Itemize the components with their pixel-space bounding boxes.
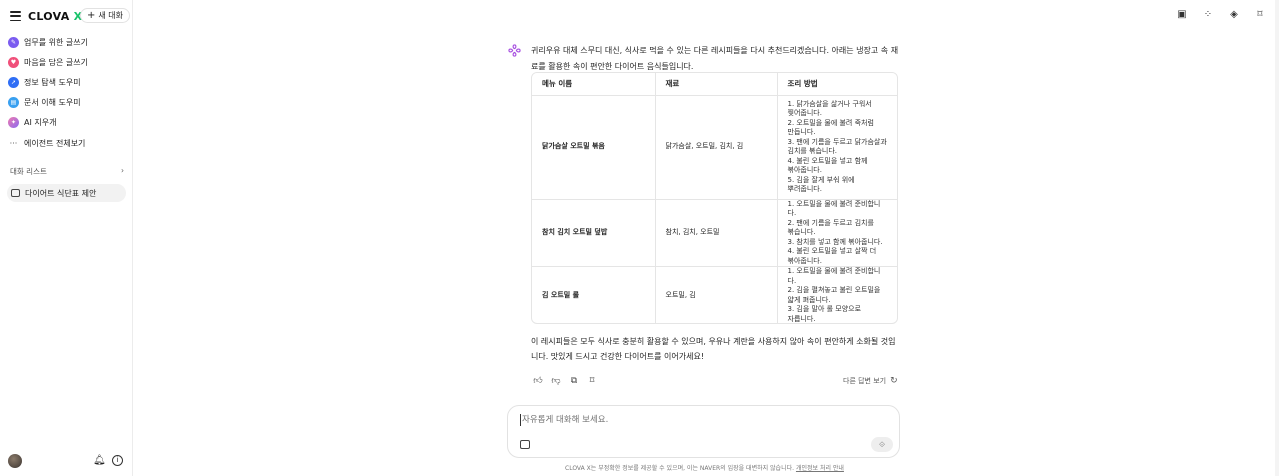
new-chat-button[interactable]: + 새 대화	[80, 8, 131, 23]
chat-list-header[interactable]: 대화 리스트 ›	[10, 166, 124, 177]
menu-cell: 닭가슴살 오트밀 볶음	[532, 95, 656, 200]
other-answer-button[interactable]: 다른 답변 보기 ↻	[843, 376, 898, 386]
sidebar-toggle-icon[interactable]: ▣	[1176, 9, 1188, 21]
column-header: 재료	[655, 73, 778, 96]
image-upload-icon[interactable]	[520, 440, 530, 449]
column-header: 메뉴 이름	[532, 73, 656, 96]
footer-disclaimer: CLOVA X는 부정확한 정보를 제공할 수 있으며, 이는 NAVER의 입…	[565, 465, 844, 472]
bookmark-icon[interactable]: ⌑	[1254, 9, 1266, 21]
info-icon[interactable]: i	[112, 455, 123, 466]
response-actions: 👍︎ 👎︎ ⧉ ⌑	[533, 376, 597, 386]
bookmark-icon[interactable]: ⌑	[587, 376, 597, 386]
privacy-link[interactable]: 개인정보 처리 안내	[796, 465, 844, 472]
more-icon: ···	[9, 138, 18, 148]
bell-icon[interactable]: 🔔︎	[93, 455, 106, 466]
eraser-icon: ✦	[8, 116, 19, 128]
send-icon: ⟐	[878, 440, 886, 449]
top-toolbar: ▣ ⁘ ◈ ⌑	[1176, 9, 1266, 21]
sidebar: CLOVA X + 새 대화 ✎ 업무를 위한 글쓰기 ♥ 마음을 담은 글쓰기 ➚ 정…	[0, 0, 133, 476]
agent-heartfelt-writing[interactable]: ♥ 마음을 담은 글쓰기	[8, 54, 126, 70]
method-cell: 1. 오트밀을 물에 불려 준비합니다. 2. 팬에 기름을 두르고 김치를 볶…	[777, 199, 897, 267]
agent-ai-eraser[interactable]: ✦ AI 지우개	[8, 114, 126, 130]
compass-icon: ➚	[8, 76, 19, 88]
method-cell: 1. 오트밀을 물에 불려 준비합니다. 2. 김을 펼쳐놓고 불린 오트밀을 …	[787, 267, 881, 323]
chat-input[interactable]	[520, 414, 820, 426]
menu-cell: 참치 김치 오트밀 덮밥	[532, 199, 656, 267]
pencil-icon: ✎	[8, 36, 19, 48]
send-button[interactable]: ⟐	[871, 437, 893, 452]
table-row: 참치 김치 오트밀 덮밥 참치, 김치, 오트밀 1. 오트밀을 물에 불려 준…	[532, 199, 897, 267]
grid-icon[interactable]: ⁘	[1202, 9, 1214, 21]
agent-document-understanding[interactable]: ▤ 문서 이해 도우미	[8, 94, 126, 110]
refresh-icon: ↻	[890, 376, 898, 386]
column-header: 조리 방법	[777, 73, 897, 96]
copy-icon[interactable]: ⧉	[569, 376, 579, 386]
ingredients-cell: 오트밀, 김	[655, 266, 778, 323]
chevron-right-icon: ›	[121, 166, 124, 175]
layers-icon[interactable]: ◈	[1228, 9, 1240, 21]
sidebar-footer: 🔔︎ i	[8, 454, 124, 468]
menu-icon[interactable]	[10, 11, 21, 21]
recipe-table: 메뉴 이름 재료 조리 방법 닭가슴살 오트밀 볶음 닭가슴살, 오트밀, 김치…	[531, 72, 898, 324]
plus-icon: +	[87, 9, 96, 21]
response-intro: 귀리우유 대체 스무디 대신, 식사로 먹을 수 있는 다른 레시피들을 다시 …	[531, 46, 899, 71]
thumbs-up-icon[interactable]: 👍︎	[533, 376, 543, 386]
clova-avatar-icon	[508, 44, 521, 57]
table-header-row: 메뉴 이름 재료 조리 방법	[532, 73, 897, 96]
avatar[interactable]	[8, 454, 22, 468]
agent-view-all[interactable]: ··· 에이전트 전체보기	[8, 135, 126, 151]
thumbs-down-icon[interactable]: 👎︎	[551, 376, 561, 386]
chat-list-item[interactable]: 다이어트 식단표 제안	[7, 184, 126, 202]
ingredients-cell: 참치, 김치, 오트밀	[655, 199, 778, 267]
method-cell: 1. 닭가슴살을 삶거나 구워서 찢어줍니다. 2. 오트밀을 물에 불려 죽처…	[777, 95, 897, 200]
app-logo[interactable]: CLOVA X	[28, 10, 82, 23]
ingredients-cell: 닭가슴살, 오트밀, 김치, 김	[655, 95, 778, 200]
heart-icon: ♥	[8, 56, 19, 68]
table-row: 김 오트밀 롤 오트밀, 김 1. 오트밀을 물에 불려 준비합니다. 2. 김…	[532, 266, 897, 323]
chat-input-box: ⟐	[507, 405, 900, 458]
response-outro: 이 레시피들은 모두 식사로 충분히 활용할 수 있으며, 우유나 계란을 사용…	[531, 337, 896, 361]
menu-cell: 김 오트밀 롤	[532, 266, 656, 323]
document-icon: ▤	[8, 96, 19, 108]
scrollbar[interactable]	[1275, 0, 1279, 476]
chat-bubble-icon	[11, 189, 20, 197]
table-row: 닭가슴살 오트밀 볶음 닭가슴살, 오트밀, 김치, 김 1. 닭가슴살을 삶거…	[532, 95, 897, 200]
agent-info-search[interactable]: ➚ 정보 탐색 도우미	[8, 74, 126, 90]
agent-business-writing[interactable]: ✎ 업무를 위한 글쓰기	[8, 34, 126, 50]
sidebar-header: CLOVA X	[10, 8, 82, 24]
